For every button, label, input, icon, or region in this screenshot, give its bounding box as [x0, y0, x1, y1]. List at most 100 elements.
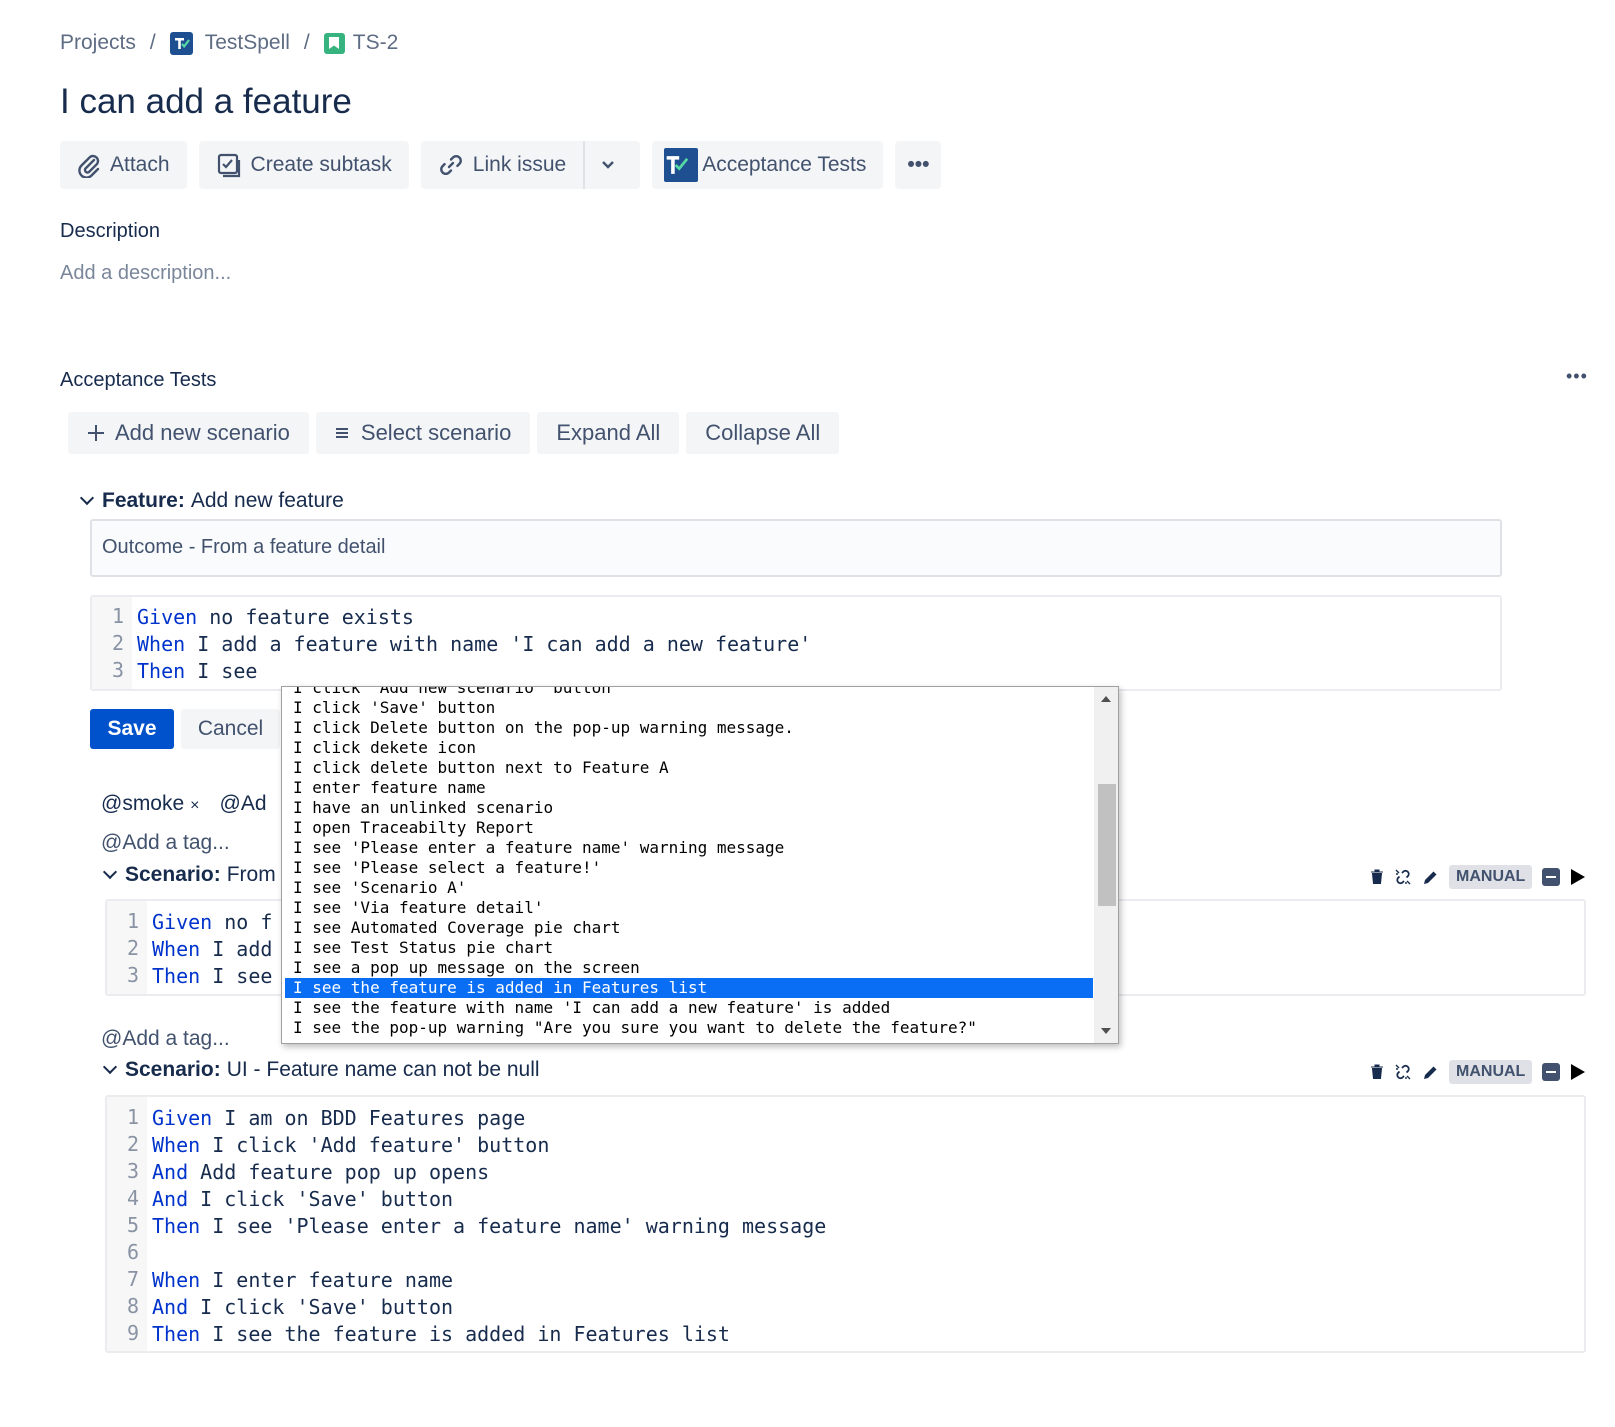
step-autocomplete-dropdown[interactable]: I click 'Add new scenario' button I click… — [281, 686, 1119, 1044]
breadcrumb-projects[interactable]: Projects — [60, 31, 136, 55]
collapse-all-button[interactable]: Collapse All — [686, 412, 840, 454]
select-scenario-label: Select scenario — [360, 420, 512, 445]
play-icon[interactable] — [1570, 1063, 1586, 1081]
expand-all-label: Expand All — [556, 420, 661, 445]
description-field[interactable]: Add a description... — [60, 262, 231, 285]
page-title[interactable]: I can add a feature — [60, 82, 352, 122]
breadcrumb: Projects / TestSpell / TS-2 — [60, 28, 398, 58]
collapse-scenario-icon[interactable] — [1542, 868, 1561, 886]
list-icon — [335, 428, 348, 438]
tag-list: @smoke × @Ad — [101, 792, 267, 816]
create-subtask-button[interactable]: Create subtask — [198, 141, 409, 189]
autocomplete-option[interactable]: I see the feature is added in Features l… — [285, 978, 1093, 998]
scenario-header[interactable]: Scenario: UI - Feature name can not be n… — [102, 1058, 540, 1082]
trash-icon[interactable] — [1370, 869, 1384, 885]
autocomplete-option[interactable]: I have an unlinked scenario — [285, 798, 1093, 818]
scenario-header[interactable]: Scenario: From — [102, 863, 276, 887]
autocomplete-option[interactable]: I see 'Please select a feature!' — [285, 858, 1093, 878]
editor-line: 3 Then I see — [92, 657, 1500, 684]
save-button[interactable]: Save — [90, 709, 174, 749]
add-tag-input[interactable]: @Add a tag... — [101, 831, 230, 855]
cancel-button[interactable]: Cancel — [181, 709, 280, 749]
tag-truncated: @Ad — [219, 792, 267, 815]
link-issue-button[interactable]: Link issue — [420, 141, 584, 189]
plus-icon — [88, 425, 104, 441]
breadcrumb-issue[interactable]: TS-2 — [353, 31, 399, 55]
autocomplete-option[interactable]: I see a pop up message on the screen — [285, 958, 1093, 978]
scroll-down-icon[interactable] — [1101, 1028, 1111, 1034]
link-issue-label: Link issue — [472, 153, 567, 176]
add-tag-input[interactable]: @Add a tag... — [101, 1027, 230, 1051]
link-issue-dropdown-button[interactable] — [583, 141, 641, 189]
link-issue-split-button: Link issue — [420, 141, 641, 189]
autocomplete-option[interactable]: I click Delete button on the pop-up warn… — [285, 718, 1093, 738]
chevron-down-icon[interactable] — [79, 490, 95, 506]
acceptance-tests-button[interactable]: Acceptance Tests — [652, 141, 884, 189]
more-actions-button[interactable]: ••• — [895, 141, 942, 189]
autocomplete-option[interactable]: I click dekete icon — [285, 738, 1093, 758]
collapse-all-label: Collapse All — [705, 420, 821, 445]
select-scenario-button[interactable]: Select scenario — [315, 412, 531, 454]
autocomplete-option[interactable]: I see 'Scenario A' — [285, 878, 1093, 898]
editor-line: 6 — [107, 1239, 1584, 1266]
autocomplete-option[interactable]: I see the pop-up warning "Are you sure y… — [285, 1018, 1093, 1038]
feature-gherkin-editor[interactable]: 1 Given no feature exists 2 When I add a f… — [90, 595, 1502, 691]
autocomplete-option[interactable]: I click 'Add new scenario' button — [285, 687, 1093, 698]
scenario-gherkin-editor[interactable]: 1 Given I am on BDD Features page 2 When I… — [105, 1095, 1586, 1353]
chevron-down-icon[interactable] — [102, 864, 118, 880]
editor-line: 1 Given I am on BDD Features page — [107, 1104, 1584, 1131]
breadcrumb-separator: / — [149, 31, 156, 54]
scenario-keyword: Scenario: — [125, 863, 221, 886]
scroll-thumb[interactable] — [1098, 784, 1116, 906]
feature-outcome-input[interactable]: Outcome - From a feature detail — [90, 519, 1502, 577]
editor-line: 2 When I add a feature with name 'I can a… — [92, 630, 1500, 657]
pencil-icon[interactable] — [1422, 869, 1439, 886]
acceptance-tests-toolbar: Add new scenario Select scenario Expand … — [68, 412, 840, 454]
autocomplete-scrollbar[interactable] — [1094, 687, 1118, 1043]
unlink-icon[interactable] — [1394, 1063, 1412, 1081]
paperclip-icon — [78, 154, 100, 178]
acceptance-tests-label: Acceptance Tests — [702, 153, 867, 176]
scroll-up-icon[interactable] — [1101, 696, 1111, 702]
testspell-logo-icon — [664, 148, 699, 182]
acceptance-tests-more-icon[interactable]: ••• — [1566, 366, 1588, 387]
unlink-icon[interactable] — [1394, 868, 1412, 886]
create-subtask-label: Create subtask — [250, 153, 392, 176]
feature-keyword: Feature: — [102, 489, 185, 512]
manual-badge: MANUAL — [1449, 865, 1533, 889]
issue-toolbar: Attach Create subtask Link issue Accepta… — [60, 141, 942, 189]
collapse-scenario-icon[interactable] — [1542, 1063, 1561, 1081]
autocomplete-option[interactable]: I open Traceabilty Report — [285, 818, 1093, 838]
autocomplete-option[interactable]: I click 'Save' button — [285, 698, 1093, 718]
scenario-actions: MANUAL — [1370, 865, 1586, 889]
autocomplete-option[interactable]: I click delete button next to Feature A — [285, 758, 1093, 778]
description-label: Description — [60, 220, 161, 242]
editor-line: 8 And I click 'Save' button — [107, 1293, 1584, 1320]
remove-tag-icon[interactable]: × — [190, 797, 199, 814]
autocomplete-option[interactable]: I see 'Via feature detail' — [285, 898, 1093, 918]
attach-button[interactable]: Attach — [60, 141, 187, 189]
editor-line: 3 And Add feature pop up opens — [107, 1158, 1584, 1185]
autocomplete-option[interactable]: I enter feature name — [285, 778, 1093, 798]
add-new-scenario-button[interactable]: Add new scenario — [68, 412, 309, 454]
pencil-icon[interactable] — [1422, 1064, 1439, 1081]
autocomplete-list: I click 'Add new scenario' button I click… — [285, 687, 1093, 1038]
feature-header[interactable]: Feature: Add new feature — [79, 489, 344, 513]
expand-all-button[interactable]: Expand All — [537, 412, 680, 454]
autocomplete-option[interactable]: I see Automated Coverage pie chart — [285, 918, 1093, 938]
play-icon[interactable] — [1570, 868, 1586, 886]
manual-badge: MANUAL — [1449, 1060, 1533, 1084]
autocomplete-option[interactable]: I see 'Please enter a feature name' warn… — [285, 838, 1093, 858]
more-icon: ••• — [907, 153, 930, 176]
tag-smoke: @smoke × — [101, 792, 200, 815]
trash-icon[interactable] — [1370, 1064, 1384, 1080]
autocomplete-option[interactable]: I see Test Status pie chart — [285, 938, 1093, 958]
project-avatar-icon — [169, 31, 193, 55]
acceptance-tests-heading: Acceptance Tests — [60, 369, 217, 391]
subtask-icon — [217, 153, 240, 178]
breadcrumb-project[interactable]: TestSpell — [205, 31, 290, 55]
scenario-actions: MANUAL — [1370, 1060, 1586, 1084]
chevron-down-icon[interactable] — [102, 1059, 118, 1075]
autocomplete-option[interactable]: I see the feature with name 'I can add a… — [285, 998, 1093, 1018]
breadcrumb-separator: / — [303, 31, 310, 54]
